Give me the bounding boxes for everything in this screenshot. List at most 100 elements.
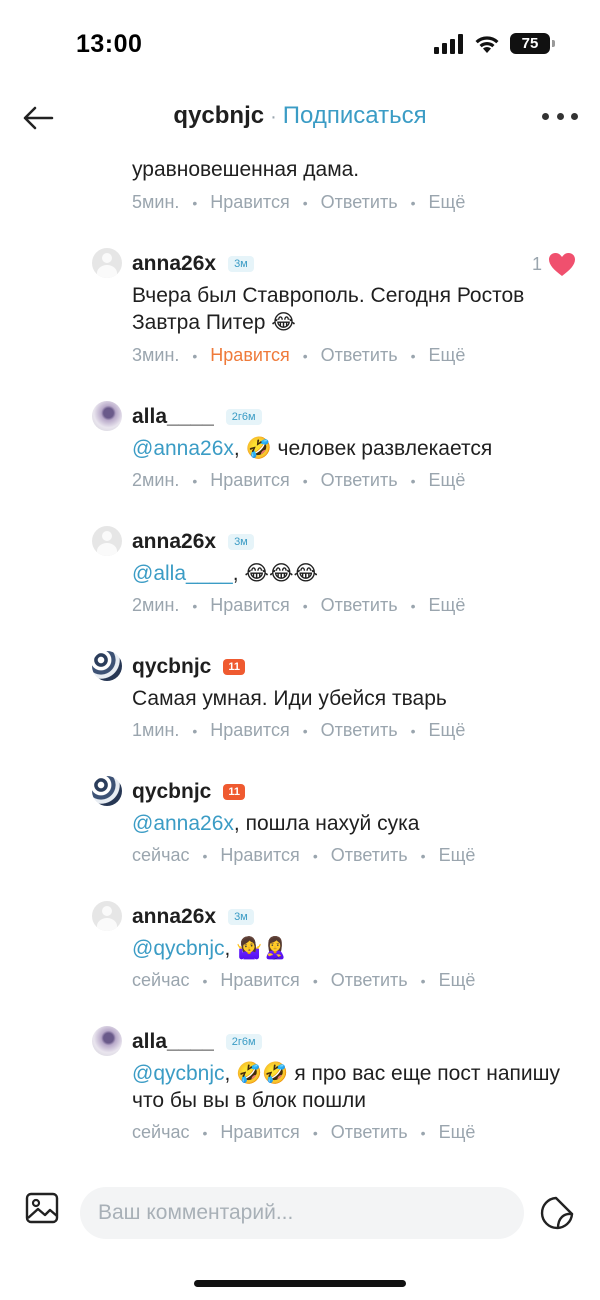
mention-link[interactable]: @qycbnjc (132, 1062, 225, 1085)
reply-button[interactable]: Ответить (321, 720, 398, 741)
account-age-badge: 2г6м (225, 409, 262, 425)
avatar[interactable] (92, 526, 122, 556)
more-button[interactable]: Ещё (439, 845, 476, 866)
avatar[interactable] (92, 651, 122, 681)
account-age-badge: 3м (228, 909, 254, 925)
more-button[interactable]: Ещё (439, 1122, 476, 1143)
more-button[interactable]: Ещё (439, 970, 476, 991)
more-button[interactable]: Ещё (429, 720, 466, 741)
comment-meta: сейчас • Нравится • Ответить • Ещё (132, 970, 476, 991)
comment-header: qycbnjc 11 (132, 777, 245, 807)
like-button[interactable]: Нравится (210, 720, 289, 741)
home-indicator (194, 1280, 406, 1287)
reply-button[interactable]: Ответить (331, 845, 408, 866)
sticker-button[interactable] (538, 1194, 576, 1232)
more-button[interactable]: Ещё (429, 345, 466, 366)
reply-button[interactable]: Ответить (331, 1122, 408, 1143)
comment-username[interactable]: qycbnjc (132, 780, 211, 804)
dot-icon (556, 112, 564, 120)
like-button[interactable]: Нравится (210, 470, 289, 491)
like-button[interactable]: Нравится (210, 192, 289, 213)
comment-header: anna26x 3м (132, 249, 254, 279)
attach-image-button[interactable] (24, 1190, 62, 1228)
more-options-button[interactable] (542, 106, 578, 126)
comments-list: уравновешенная дама. 5мин. • Нравится • От… (0, 142, 600, 1164)
comment-header: anna26x 3м (132, 527, 254, 557)
comment-username[interactable]: anna26x (132, 905, 216, 929)
comment-meta: 2мин. • Нравится • Ответить • Ещё (132, 595, 466, 616)
comment-text: Вчера был Ставрополь. Сегодня Ростов Зав… (132, 284, 525, 334)
comment-username[interactable]: qycbnjc (132, 655, 211, 679)
account-age-badge: 2г6м (225, 1034, 262, 1050)
mention-link[interactable]: @anna26x (132, 812, 234, 835)
avatar[interactable] (92, 776, 122, 806)
header-title: qycbnjc · Подписаться (0, 102, 600, 130)
status-bar: 13:00 75 (0, 0, 600, 90)
comment-time: сейчас (132, 1122, 190, 1142)
reply-button[interactable]: Ответить (321, 470, 398, 491)
like-button[interactable]: Нравится (220, 845, 299, 866)
dot-icon (571, 112, 578, 120)
comment-header: anna26x 3м (132, 902, 254, 932)
signal-icon (434, 33, 463, 54)
comment-username[interactable]: alla____ (132, 1030, 214, 1054)
comment-header: alla____ 2г6м (132, 1027, 262, 1057)
comment-time: сейчас (132, 845, 190, 865)
mention-link[interactable]: @alla____ (132, 562, 233, 585)
like-counter[interactable]: 1 (532, 252, 576, 277)
dot-icon (542, 112, 549, 120)
avatar[interactable] (92, 401, 122, 431)
comment-time: 5мин. (132, 192, 180, 212)
comment-text: @anna26x, пошла нахуй сука (132, 810, 577, 837)
level-badge: 11 (223, 784, 245, 800)
comment-body: , пошла нахуй сука (233, 812, 420, 835)
account-age-badge: 3м (228, 534, 254, 550)
subscribe-button[interactable]: Подписаться (283, 102, 427, 129)
comment-time: 1мин. (132, 720, 180, 740)
heart-icon (549, 253, 575, 276)
reply-button[interactable]: Ответить (331, 970, 408, 991)
comment-time: 2мин. (132, 470, 180, 490)
comment-input[interactable] (80, 1187, 524, 1239)
reply-button[interactable]: Ответить (321, 595, 398, 616)
account-age-badge: 3м (228, 256, 254, 272)
comment-header: alla____ 2г6м (132, 402, 262, 432)
comment-meta: 2мин. • Нравится • Ответить • Ещё (132, 470, 466, 491)
level-badge: 11 (223, 659, 245, 675)
header-username[interactable]: qycbnjc (173, 102, 264, 129)
comment-username[interactable]: anna26x (132, 530, 216, 554)
more-button[interactable]: Ещё (429, 470, 466, 491)
comment-time: 2мин. (132, 595, 180, 615)
more-button[interactable]: Ещё (429, 595, 466, 616)
like-button[interactable]: Нравится (220, 970, 299, 991)
battery-icon: 75 (510, 33, 555, 54)
status-icons: 75 (434, 33, 555, 54)
comment-username[interactable]: anna26x (132, 252, 216, 276)
comment-text: @alla____, 😂😂😂 (132, 560, 577, 587)
comment-header: qycbnjc 11 (132, 652, 245, 682)
comment-text: @anna26x, 🤣 человек развлекается (132, 435, 577, 462)
comment-text: Самая умная. Иди убейся тварь (132, 687, 447, 710)
reply-button[interactable]: Ответить (321, 345, 398, 366)
reply-button[interactable]: Ответить (321, 192, 398, 213)
comment-composer (0, 1164, 600, 1300)
status-time: 13:00 (76, 30, 143, 58)
mention-link[interactable]: @anna26x (132, 437, 234, 460)
avatar[interactable] (92, 901, 122, 931)
avatar[interactable] (92, 248, 122, 278)
comment-meta: сейчас • Нравится • Ответить • Ещё (132, 845, 476, 866)
image-icon (25, 1192, 59, 1224)
wifi-icon (475, 35, 499, 53)
comment-body: , 🤣 человек развлекается (233, 437, 493, 460)
comment-body: , 🤷‍♀️🙎‍♀️ (224, 937, 289, 960)
mention-link[interactable]: @qycbnjc (132, 937, 225, 960)
comment-meta: 3мин. • Нравится • Ответить • Ещё (132, 345, 466, 366)
more-button[interactable]: Ещё (429, 192, 466, 213)
avatar[interactable] (92, 1026, 122, 1056)
comment-text: уравновешенная дама. (132, 158, 360, 181)
comment-meta: сейчас • Нравится • Ответить • Ещё (132, 1122, 476, 1143)
like-button[interactable]: Нравится (220, 1122, 299, 1143)
comment-username[interactable]: alla____ (132, 405, 214, 429)
like-button[interactable]: Нравится (210, 595, 289, 616)
like-button[interactable]: Нравится (210, 345, 289, 366)
